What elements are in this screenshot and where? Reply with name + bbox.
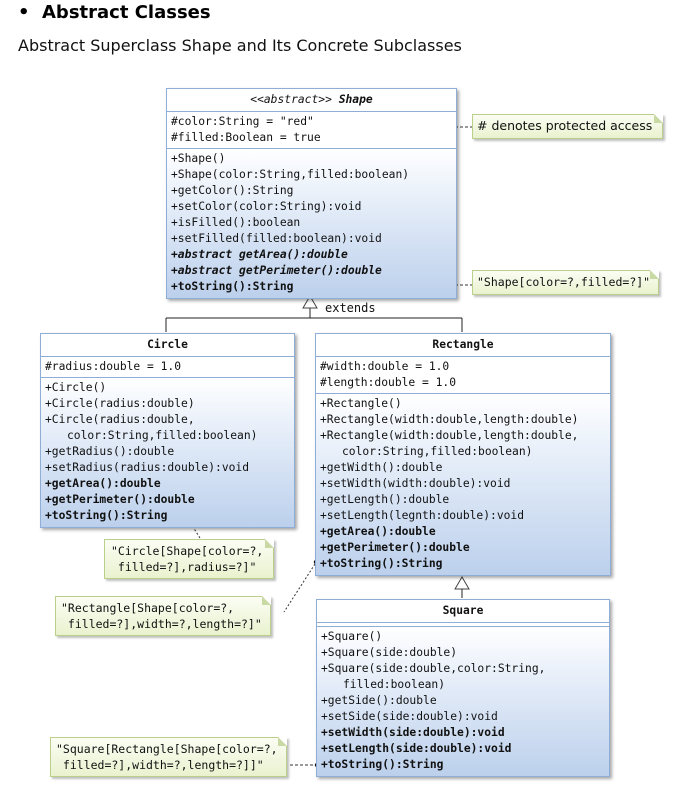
class-circle[interactable]: Circle #radius:double = 1.0 +Circle() +Ci… (40, 333, 295, 528)
operation: +Rectangle(width:double,length:double, (320, 429, 579, 442)
operation: +isFilled():boolean (171, 216, 301, 229)
class-name: Circle (41, 334, 294, 357)
operation: +setSide(side:double):void (321, 710, 498, 723)
operation: +Circle(radius:double) (45, 397, 195, 410)
operation: +getSide():double (321, 694, 437, 707)
operation: +getLength():double (320, 493, 450, 506)
operation: +setRadius(radius:double):void (45, 461, 250, 474)
note-fold-icon (650, 270, 660, 279)
operation: +setWidth(width:double):void (320, 477, 511, 490)
attributes-compartment: #color:String = "red" #filled:Boolean = t… (167, 112, 456, 149)
class-name: Rectangle (316, 334, 610, 357)
attribute: #filled:Boolean = true (171, 131, 321, 144)
class-name: Square (317, 600, 609, 623)
note-fold-icon (265, 539, 275, 548)
attributes-compartment: #width:double = 1.0 #length:double = 1.0 (316, 357, 610, 394)
operation: +getPerimeter():double (45, 493, 195, 506)
operations-compartment: +Square() +Square(side:double) +Square(sid… (317, 627, 609, 776)
operation: +getArea():double (45, 477, 161, 490)
note-circle-tostring: "Circle[Shape[color=?, filled=?],radius=… (104, 539, 275, 579)
attribute: #color:String = "red" (171, 115, 314, 128)
inheritance-arrow-rectangle (454, 576, 470, 590)
operation: +setLength(legnth:double):void (320, 509, 525, 522)
operation: +setLength(side:double):void (321, 742, 512, 755)
class-name: <<abstract>> Shape (167, 89, 456, 112)
class-shape[interactable]: <<abstract>> Shape #color:String = "red"… (166, 88, 457, 299)
operation: +Rectangle(width:double,length:double) (320, 413, 579, 426)
operation: +toString():String (321, 758, 444, 771)
operation: +toString():String (320, 557, 443, 570)
attribute: #length:double = 1.0 (320, 376, 457, 389)
note-text: filled=?],width=?,length=?]]" (56, 758, 264, 772)
operation: +getWidth():double (320, 461, 443, 474)
operation: +Square() (321, 630, 383, 643)
note-text: "Shape[color=?,filled=?]" (477, 275, 651, 289)
operation: +Square(side:double) (321, 646, 458, 659)
operation: +abstract getArea():double (171, 248, 348, 261)
note-text: "Circle[Shape[color=?, (111, 544, 264, 558)
operation: +Rectangle() (320, 397, 402, 410)
operation: +Square(side:double,color:String, (321, 662, 546, 675)
note-text: "Square[Rectangle[Shape[color=?, (56, 742, 278, 756)
operation: +getColor():String (171, 184, 294, 197)
operation: +Shape(color:String,filled:boolean) (171, 168, 410, 181)
note-fold-icon (261, 596, 271, 605)
operation: +setWidth(side:double):void (321, 726, 505, 739)
operation: +setColor(color:String):void (171, 200, 362, 213)
note-fold-icon (654, 114, 664, 123)
note-square-tostring: "Square[Rectangle[Shape[color=?, filled=… (50, 737, 287, 777)
rectangle-note-link (283, 563, 316, 613)
note-shape-tostring: "Shape[color=?,filled=?]" (472, 270, 660, 295)
note-fold-icon (277, 737, 287, 746)
operation: +Circle(radius:double, (45, 413, 195, 426)
attribute: #width:double = 1.0 (320, 360, 450, 373)
operation: color:String,filled:boolean) (67, 429, 258, 442)
operation: +toString():String (45, 509, 168, 522)
operation: filled:boolean) (343, 678, 446, 691)
class-rectangle[interactable]: Rectangle #width:double = 1.0 #length:dou… (315, 333, 611, 576)
operations-compartment: +Shape() +Shape(color:String,filled:boole… (167, 149, 456, 298)
note-rectangle-tostring: "Rectangle[Shape[color=?, filled=?],widt… (55, 596, 271, 636)
note-text: "Rectangle[Shape[color=?, (61, 601, 235, 615)
operation: +abstract getPerimeter():double (171, 264, 382, 277)
operation: +Circle() (45, 381, 107, 394)
stereotype: <<abstract>> (250, 93, 332, 106)
operation: +setFilled(filled:boolean):void (171, 232, 382, 245)
operation: +getPerimeter():double (320, 541, 470, 554)
operations-compartment: +Rectangle() +Rectangle(width:double,leng… (316, 394, 610, 575)
note-text: # denotes protected access (477, 118, 653, 133)
operation: +toString():String (171, 280, 294, 293)
class-square[interactable]: Square +Square() +Square(side:double) +Squ… (316, 599, 610, 777)
operation: color:String,filled:boolean) (342, 445, 533, 458)
operations-compartment: +Circle() +Circle(radius:double) +Circle(r… (41, 378, 294, 527)
note-protected-access: # denotes protected access (472, 114, 664, 139)
operation: +Shape() (171, 152, 226, 165)
operation: +getArea():double (320, 525, 436, 538)
attribute: #radius:double = 1.0 (45, 360, 182, 373)
note-text: filled=?],width=?,length=?]" (61, 617, 262, 631)
attributes-compartment: #radius:double = 1.0 (41, 357, 294, 378)
class-title: Shape (338, 93, 373, 106)
note-text: filled=?],radius=?]" (111, 560, 257, 574)
operation: +getRadius():double (45, 445, 175, 458)
extends-label: extends (325, 301, 376, 315)
